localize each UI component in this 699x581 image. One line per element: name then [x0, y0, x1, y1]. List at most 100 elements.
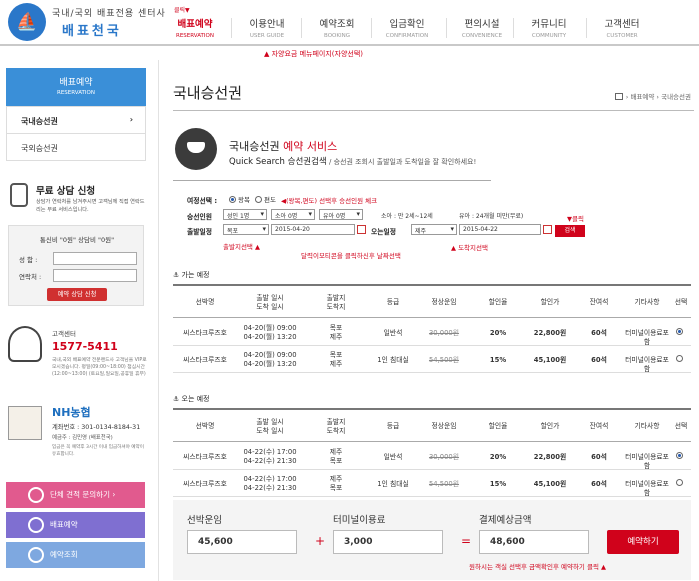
ship-icon [175, 128, 217, 170]
discount-price: 45,100원 [533, 480, 567, 488]
name-label: 성 함 : [19, 256, 38, 264]
col-header: 등급 [386, 422, 400, 430]
nav-item-0[interactable]: 배표예약 RESERVATION [160, 16, 230, 39]
dep-tip: 출발지선택 ▲ [223, 243, 260, 251]
sidebar-header: 배표예약 RESERVATION [6, 68, 146, 106]
people-icon [28, 487, 44, 503]
table-row[interactable]: 씨스타크루즈호 04-22(수) 17:00 04-22(수) 21:30 제주 목포 일… [173, 444, 691, 470]
nav-sublabel: BOOKING [324, 33, 350, 39]
select-radio[interactable] [676, 355, 685, 364]
table-header: 선박명 출발 일시 도착 일시 출발지 도착지 등급 정상운임 할인율 할인가 잔여석 기타사항 선택 [173, 284, 691, 318]
discount-price: 22,800원 [533, 453, 567, 461]
child-select[interactable]: 소아 0명 [271, 209, 315, 220]
consult-head: 통신비 "0원" 상담비 "0원" [39, 236, 115, 244]
plus-sign: + [315, 534, 326, 548]
group-quote-label: 단체 견적 문의하기 › [50, 490, 116, 499]
discount-price: 45,100원 [533, 356, 567, 364]
col-header: 출발지 도착지 [326, 294, 346, 311]
nav-sublabel: COMMUNITY [531, 33, 567, 39]
bank-account: 계좌번호 : 301-0134-8184-31 [52, 424, 141, 431]
bank-info: NH농협 계좌번호 : 301-0134-8184-31 예금주 : 김민영 (… [8, 402, 146, 466]
breadcrumb-text: › 배표예약 › 국내승선권 [625, 93, 691, 101]
grade: 일반석 [383, 453, 403, 461]
nav-separator [446, 18, 447, 38]
logo-tagline: 국내/국외 배표전용 센터사 [52, 9, 166, 19]
bell-icon [28, 547, 44, 563]
col-header: 할인율 [488, 422, 508, 430]
customer-center: 고객센터 1577-5411 국내,국외 배표예약 전문랜드사 고객님을 VIP… [8, 326, 147, 396]
ports: 목포 제주 [329, 324, 343, 341]
totals-box: 선박운임 45,600 + 터미널이용료 3,000 = 결제예상금액 48,6… [173, 500, 691, 580]
nav-item-6[interactable]: 고객센터 CUSTOMER [587, 16, 657, 39]
consult-apply-button[interactable]: 예약 상담 신청 [47, 288, 107, 301]
nav-item-2[interactable]: 예약조회 BOOKING [302, 16, 372, 39]
sidebar-item-international[interactable]: 국외승선권 [6, 133, 146, 161]
infant-select[interactable]: 유아 0명 [319, 209, 363, 220]
ret-label: 오는일정 [371, 228, 397, 236]
col-header: 할인가 [540, 422, 560, 430]
dep-date-input[interactable]: 2015-04-20 [271, 224, 355, 235]
col-header: 출발 일시 도착 일시 [256, 294, 284, 311]
nav-item-1[interactable]: 이용안내 USER GUIDE [232, 16, 302, 39]
click-hint: 클릭▼ [174, 7, 190, 14]
inquiry-side-button[interactable]: 예약조회 [6, 542, 145, 568]
nav-label: 편의시설 [464, 19, 500, 30]
reserve-side-button[interactable]: 배표예약 [6, 512, 145, 538]
adult-select[interactable]: 성인 1명 [223, 209, 267, 220]
ship-name: 씨스타크루즈호 [183, 480, 227, 488]
note: 터미널이용료포함 [625, 329, 669, 346]
table-row[interactable]: 씨스타크루즈호 04-22(수) 17:00 04-22(수) 21:30 제주 목포 1… [173, 471, 691, 497]
phone-label: 연락처 : [19, 273, 42, 281]
nav-label: 입금확인 [389, 19, 425, 30]
headset-icon [8, 326, 42, 362]
regular-fare: 54,500원 [428, 480, 460, 488]
header: ⛵ 국내/국외 배표전용 센터사 배표천국 클릭▼ 배표예약 RESERVATIO… [0, 0, 699, 46]
select-radio[interactable] [676, 452, 685, 461]
table-row[interactable]: 씨스타크루즈호 04-20(월) 09:00 04-20(월) 13:20 목포 제주 1… [173, 347, 691, 373]
calendar-icon[interactable] [543, 225, 552, 234]
cs-phone: 1577-5411 [52, 340, 118, 353]
search-button[interactable]: 검색 [555, 225, 585, 237]
consult-desc: 상담가 연락처를 남겨주시면 고객님께 직접 연락드리는 무료 서비스입니다. [36, 199, 145, 213]
logo-icon[interactable]: ⛵ [8, 3, 46, 41]
radio-oneway[interactable] [255, 196, 262, 203]
ports: 제주 목포 [329, 448, 343, 465]
total-label: 결제예상금액 [479, 515, 532, 526]
nav-separator [586, 18, 587, 38]
sidebar-item-domestic[interactable]: 국내승선권 › [6, 106, 146, 134]
ret-port-select[interactable]: 제주 [411, 224, 457, 235]
col-header: 선택 [674, 298, 688, 306]
trip-oneway[interactable]: 편도 [255, 194, 276, 204]
calendar-icon[interactable] [357, 225, 366, 234]
select-radio[interactable] [676, 328, 685, 337]
dep-port-select[interactable]: 목포 [223, 224, 269, 235]
select-radio[interactable] [676, 479, 685, 488]
nav-item-3[interactable]: 입금확인 CONFIRMATION [372, 16, 442, 39]
click-tip: ▼클릭 [567, 215, 584, 223]
nav-label: 예약조회 [319, 19, 355, 30]
col-header: 정상운임 [431, 298, 457, 306]
home-icon[interactable] [614, 93, 623, 100]
radio-round[interactable] [229, 196, 236, 203]
ret-date-input[interactable]: 2015-04-22 [459, 224, 541, 235]
regular-fare: 54,500원 [428, 356, 460, 364]
infant-note: 유아 : 24개월 미만(무료) [459, 213, 524, 220]
col-header: 기타사항 [634, 298, 660, 306]
consult-title: 무료 상담 신청 [36, 186, 96, 197]
reserve-button[interactable]: 예약하기 [607, 530, 679, 554]
trip-round[interactable]: 왕복 [229, 194, 250, 204]
group-quote-button[interactable]: 단체 견적 문의하기 › [6, 482, 145, 508]
nav-sublabel: CUSTOMER [606, 33, 638, 39]
name-input[interactable] [53, 252, 137, 265]
logo-name[interactable]: 배표천국 [62, 20, 122, 39]
bank-holder: 예금주 : 김민영 (배표천국) [52, 435, 113, 441]
seats-left: 60석 [591, 480, 607, 488]
nav-label: 커뮤니티 [531, 19, 567, 30]
phone-input[interactable] [53, 269, 137, 282]
grade: 일반석 [383, 329, 403, 337]
nav-sublabel: CONFIRMATION [385, 33, 429, 39]
equals-sign: = [461, 534, 472, 548]
nav-item-5[interactable]: 커뮤니티 COMMUNITY [514, 16, 584, 39]
nav-item-4[interactable]: 편의시설 CONVENIENCE [447, 16, 517, 39]
table-row[interactable]: 씨스타크루즈호 04-20(월) 09:00 04-20(월) 13:20 목포 제주 일… [173, 320, 691, 346]
